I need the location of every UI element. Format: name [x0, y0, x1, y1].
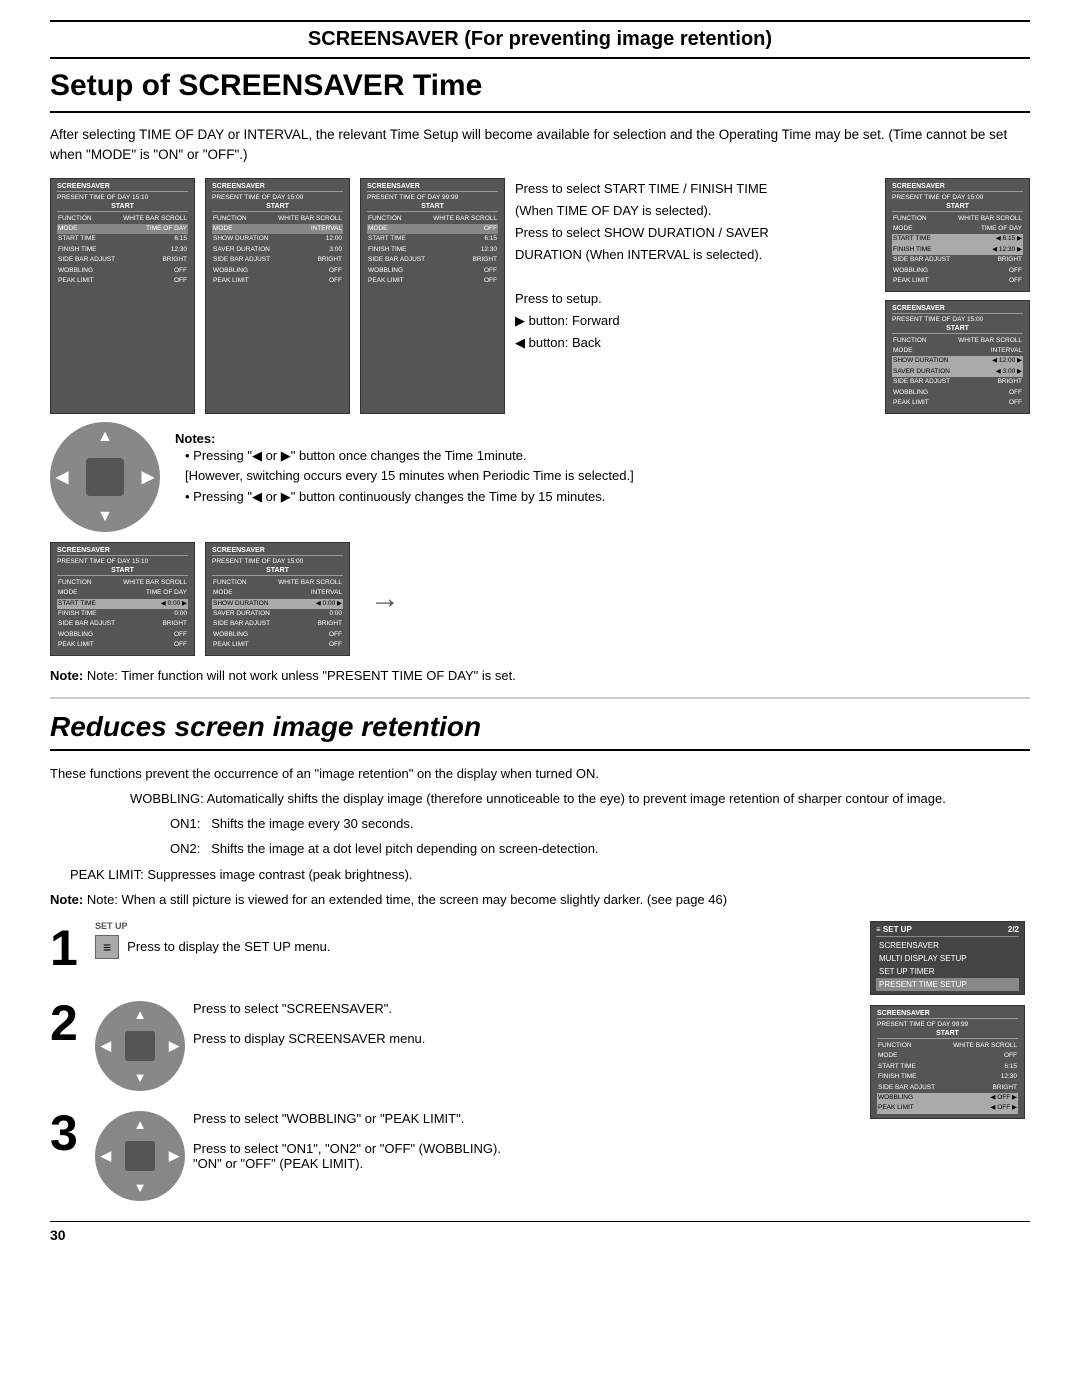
dpad3-up[interactable]: ▲	[134, 1117, 147, 1132]
top-panel-2: SCREENSAVER PRESENT TIME OF DAY 15:00 ST…	[205, 178, 350, 414]
panel2-table: FUNCTIONWHITE BAR SCROLL MODEINTERVAL SH…	[212, 214, 343, 287]
step1-area: 1 SET UP ≡ Press to display the SET UP m…	[50, 921, 855, 976]
intro-text: After selecting TIME OF DAY or INTERVAL,…	[50, 125, 1030, 166]
note-line-3: • Pressing "◀ or ▶" button continuously …	[175, 487, 634, 508]
reduces-title: Reduces screen image retention	[50, 711, 1030, 751]
dpad-remote-1[interactable]: ▲ ▼ ◀ ▶	[50, 422, 160, 532]
dpad3-left[interactable]: ◀	[101, 1148, 111, 1164]
dpad2-left[interactable]: ◀	[101, 1038, 111, 1054]
step1-text: Press to display the SET UP menu.	[127, 939, 330, 954]
dpad3-center[interactable]	[125, 1141, 155, 1171]
step-num-2: 2	[50, 996, 85, 1051]
sp-brand-2: SCREENSAVER	[212, 183, 343, 192]
smp-present-time: PRESENT TIME SETUP	[876, 978, 1019, 991]
setup-menu-panel: ≡ SET UP 2/2 SCREENSAVER MULTI DISPLAY S…	[870, 921, 1025, 995]
steps-outer: 1 SET UP ≡ Press to display the SET UP m…	[50, 921, 1030, 1201]
notes-label: Notes:	[175, 431, 215, 446]
dpad-center-button[interactable]	[86, 458, 124, 496]
sp-title-3: PRESENT TIME OF DAY 99:99	[367, 194, 498, 201]
page-number: 30	[50, 1221, 1030, 1243]
right-panel-1: SCREENSAVER PRESENT TIME OF DAY 15:00 ST…	[885, 178, 1030, 292]
smp-header: ≡ SET UP 2/2	[876, 925, 1019, 937]
bottom-panel-1: SCREENSAVER PRESENT TIME OF DAY 15:10 ST…	[50, 542, 195, 656]
arrow-right: →	[360, 582, 410, 616]
dpad3-down[interactable]: ▼	[134, 1180, 147, 1195]
panel3-table: FUNCTIONWHITE BAR SCROLL MODEOFF START T…	[367, 214, 498, 287]
smp-setup-timer: SET UP TIMER	[876, 965, 1019, 978]
step2-line1: Press to select "SCREENSAVER".	[193, 1001, 425, 1016]
right-panels: SCREENSAVER PRESENT TIME OF DAY 15:00 ST…	[885, 178, 1030, 414]
step2-line2: Press to display SCREENSAVER menu.	[193, 1031, 425, 1046]
screensaver-bottom-panel: SCREENSAVER PRESENT TIME OF DAY 99:99 ST…	[870, 1005, 1025, 1119]
dpad2-right[interactable]: ▶	[169, 1038, 179, 1054]
smp-multi-display: MULTI DISPLAY SETUP	[876, 952, 1019, 965]
dpad2-down[interactable]: ▼	[134, 1070, 147, 1085]
top-panel-1: SCREENSAVER PRESENT TIME OF DAY 15:10 ST…	[50, 178, 195, 414]
top-panels-row: SCREENSAVER PRESENT TIME OF DAY 15:10 ST…	[50, 178, 1030, 414]
reduces-wobbling: WOBBLING: Automatically shifts the displ…	[50, 788, 1030, 810]
step-num-1: 1	[50, 921, 85, 976]
sp-title-1: PRESENT TIME OF DAY 15:10	[57, 194, 188, 201]
smp-screensaver: SCREENSAVER	[876, 939, 1019, 952]
dpad-left-arrow[interactable]: ◀	[56, 467, 68, 487]
dpad3-right[interactable]: ▶	[169, 1148, 179, 1164]
bottom-panel-2: SCREENSAVER PRESENT TIME OF DAY 15:00 ST…	[205, 542, 350, 656]
sp-brand-3: SCREENSAVER	[367, 183, 498, 192]
dpad-remote-3[interactable]: ▲ ▼ ◀ ▶	[95, 1111, 185, 1201]
dpad-right-arrow[interactable]: ▶	[142, 467, 154, 487]
panel1-table: FUNCTIONWHITE BAR SCROLL MODETIME OF DAY…	[57, 214, 188, 287]
bottom-panels-row: SCREENSAVER PRESENT TIME OF DAY 15:10 ST…	[50, 542, 1030, 656]
setup-label-1: SET UP	[95, 921, 128, 931]
page-title: Setup of SCREENSAVER Time	[50, 69, 1030, 113]
reduces-text: These functions prevent the occurrence o…	[50, 763, 1030, 911]
dpad2-up[interactable]: ▲	[134, 1007, 147, 1022]
section-header: SCREENSAVER (For preventing image retent…	[50, 20, 1030, 59]
dpad-up-arrow[interactable]: ▲	[97, 428, 113, 446]
setup-icon-1[interactable]: ≡	[95, 935, 119, 959]
dpad-down-arrow[interactable]: ▼	[97, 508, 113, 526]
step-num-3: 3	[50, 1106, 85, 1161]
sp-brand-1: SCREENSAVER	[57, 183, 188, 192]
step3-area: 3 ▲ ▼ ◀ ▶ Press to select "WOBBLING" or …	[50, 1106, 855, 1201]
note-line-1: • Pressing "◀ or ▶" button once changes …	[175, 446, 634, 467]
note-line: Note: Note: Timer function will not work…	[50, 666, 1030, 686]
notes-section: Notes: • Pressing "◀ or ▶" button once c…	[175, 430, 634, 508]
middle-instructions: Press to select START TIME / FINISH TIME…	[515, 178, 875, 414]
step2-area: 2 ▲ ▼ ◀ ▶ Press to select "SCREENSAVER".…	[50, 996, 855, 1091]
right-panel-2: SCREENSAVER PRESENT TIME OF DAY 15:00 ST…	[885, 300, 1030, 414]
dpad2-center[interactable]	[125, 1031, 155, 1061]
step3-line3: "ON" or "OFF" (PEAK LIMIT).	[193, 1156, 501, 1171]
step-content: 1 SET UP ≡ Press to display the SET UP m…	[50, 921, 855, 1201]
right-side-panels: ≡ SET UP 2/2 SCREENSAVER MULTI DISPLAY S…	[870, 921, 1030, 1201]
step3-line2: Press to select "ON1", "ON2" or "OFF" (W…	[193, 1141, 501, 1156]
top-panel-3: SCREENSAVER PRESENT TIME OF DAY 99:99 ST…	[360, 178, 505, 414]
step3-line1: Press to select "WOBBLING" or "PEAK LIMI…	[193, 1111, 501, 1126]
dpad-remote-2[interactable]: ▲ ▼ ◀ ▶	[95, 1001, 185, 1091]
sp-title-2: PRESENT TIME OF DAY 15:00	[212, 194, 343, 201]
note-line-2: [However, switching occurs every 15 minu…	[175, 466, 634, 487]
